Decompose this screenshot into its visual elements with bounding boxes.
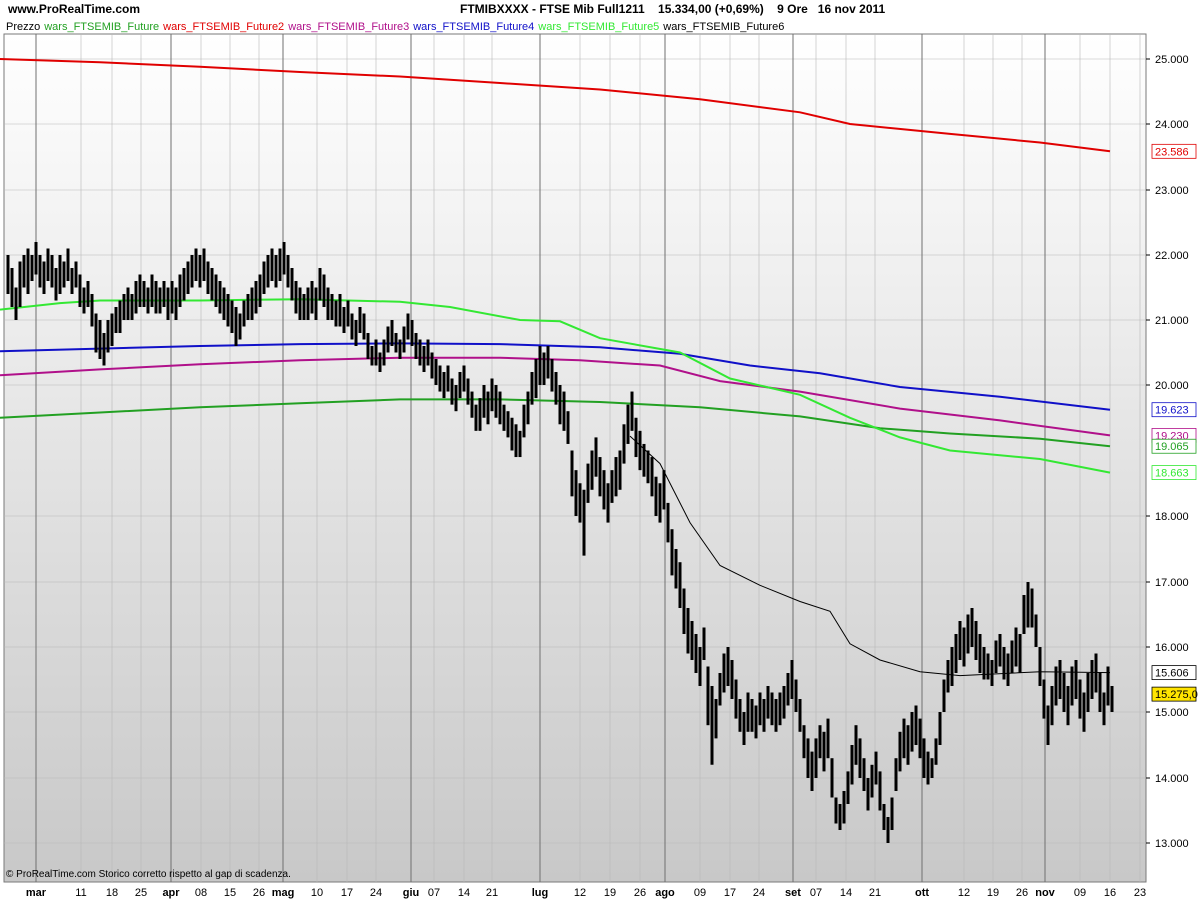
x-axis: mar 11 18 25 apr 08 15 26 mag 10 17 24 giu 07 14 21 lug 1… [26,887,1146,899]
x-tick-label: 19 [987,887,999,899]
x-tick-label: 14 [840,887,852,899]
legend-entry: wars_FTSEMIB_Future2 [162,21,284,33]
x-tick-label: ago [655,887,675,899]
y-tick-label: 15.000 [1155,707,1189,719]
x-tick-label: apr [162,887,180,899]
y-tick-label: 13.000 [1155,838,1189,850]
y-tick-label: 18.000 [1155,511,1189,523]
last-value-label: 19.065 [1155,441,1189,453]
x-tick-label: 16 [1104,887,1116,899]
x-tick-label: 21 [869,887,881,899]
x-tick-label: ott [915,887,929,899]
x-tick-label: nov [1035,887,1055,899]
y-tick-label: 25.000 [1155,54,1189,66]
x-tick-label: 17 [341,887,353,899]
last-value-label: 18.663 [1155,468,1189,480]
legend-entry: wars_FTSEMIB_Future4 [412,21,534,33]
x-tick-label: 26 [634,887,646,899]
x-tick-label: 21 [486,887,498,899]
last-value-label: 15.275,0 [1155,689,1198,701]
y-tick-label: 20.000 [1155,380,1189,392]
x-tick-label: set [785,887,801,899]
x-tick-label: 19 [604,887,616,899]
y-tick-label: 22.000 [1155,250,1189,262]
x-tick-label: 08 [195,887,207,899]
x-tick-label: 12 [574,887,586,899]
x-tick-label: mar [26,887,47,899]
x-tick-label: 15 [224,887,236,899]
x-tick-label: 10 [311,887,323,899]
x-tick-label: 18 [106,887,118,899]
price-chart[interactable]: 25.000 24.000 23.000 22.000 21.000 20.000 18.0… [0,0,1200,900]
legend-entry: Prezzo [6,21,40,33]
x-tick-label: 14 [458,887,470,899]
x-tick-label: 07 [810,887,822,899]
last-value-labels: 23.58619.62319.23019.06518.66315.60615.2… [1151,143,1198,702]
last-value-label: 23.586 [1155,146,1189,158]
y-tick-label: 17.000 [1155,577,1189,589]
legend-entry: wars_FTSEMIB_Future5 [537,21,659,33]
x-tick-label: 09 [1074,887,1086,899]
last-value-label: 15.606 [1155,668,1189,680]
plot-background [3,33,1147,883]
x-tick-label: 26 [253,887,265,899]
x-tick-label: 24 [370,887,382,899]
y-tick-label: 23.000 [1155,185,1189,197]
y-tick-label: 24.000 [1155,119,1189,131]
x-tick-label: 25 [135,887,147,899]
x-tick-label: 11 [75,887,86,899]
legend-entry: wars_FTSEMIB_Future [43,21,159,33]
legend-entry: wars_FTSEMIB_Future3 [287,21,409,33]
last-value-label: 19.623 [1155,405,1189,417]
y-tick-label: 16.000 [1155,642,1189,654]
x-tick-label: giu [403,887,420,899]
legend-entry: wars_FTSEMIB_Future6 [662,21,784,33]
x-tick-label: mag [272,887,295,899]
x-tick-label: 24 [753,887,765,899]
x-tick-label: 17 [724,887,736,899]
x-tick-label: 26 [1016,887,1028,899]
legend: Prezzo wars_FTSEMIB_Future wars_FTSEMIB_Fu… [6,21,784,33]
x-tick-label: 23 [1134,887,1146,899]
x-tick-label: lug [532,887,549,899]
x-tick-label: 09 [694,887,706,899]
x-tick-label: 12 [958,887,970,899]
y-tick-label: 21.000 [1155,315,1189,327]
copyright-text: © ProRealTime.com Storico corretto rispe… [6,869,291,880]
y-tick-label: 14.000 [1155,773,1189,785]
x-tick-label: 07 [428,887,440,899]
